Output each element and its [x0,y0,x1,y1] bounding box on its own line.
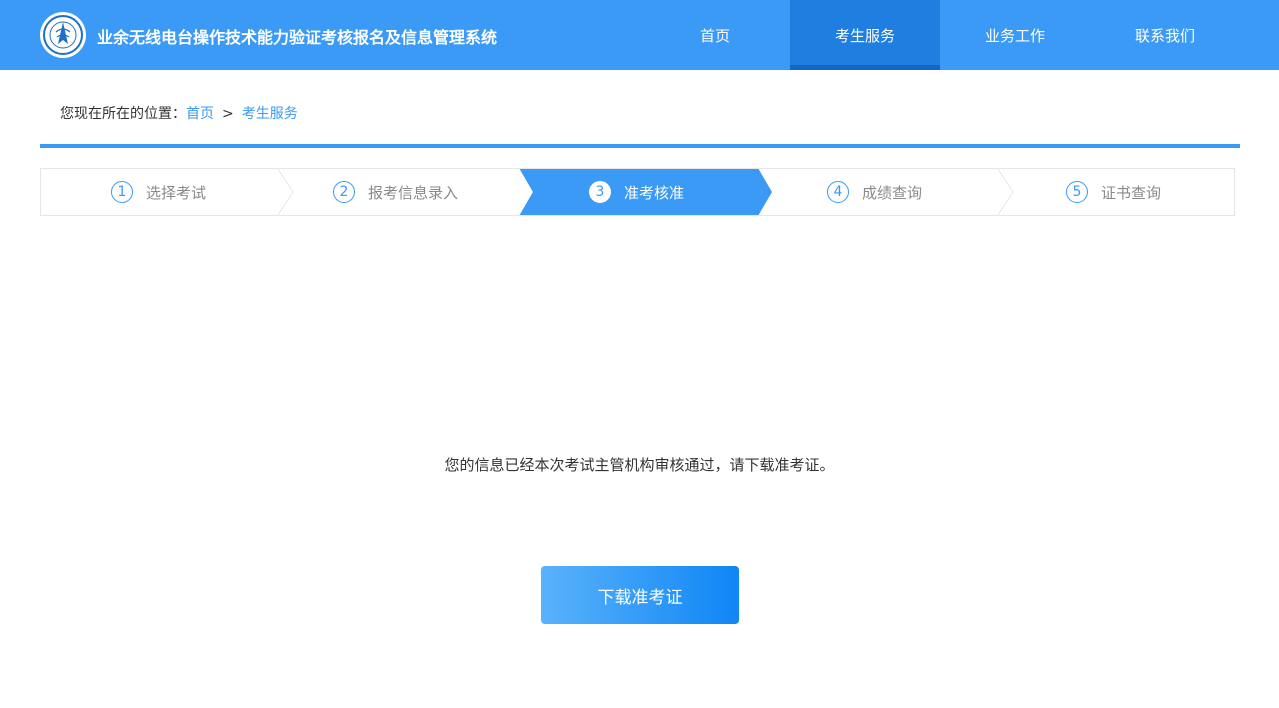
step-label: 准考核准 [624,183,685,202]
step-label: 证书查询 [1101,183,1162,202]
step-label: 成绩查询 [862,183,923,202]
nav-item-business-work[interactable]: 业务工作 [940,0,1090,70]
breadcrumb-separator: > [222,106,234,122]
step-admission-approval[interactable]: 3 准考核准 [589,169,684,215]
download-admission-ticket-button[interactable]: 下载准考证 [541,566,739,624]
breadcrumb-divider [40,144,1240,148]
site-title: 业余无线电台操作技术能力验证考核报名及信息管理系统 [97,28,498,47]
step-number: 1 [111,181,133,203]
nav-item-candidate-services[interactable]: 考生服务 [790,0,940,70]
step-number: 5 [1066,181,1088,203]
breadcrumb: 您现在所在的位置：首页 > 考生服务 [60,103,298,123]
nav-item-home[interactable]: 首页 [640,0,790,70]
breadcrumb-prefix: 您现在所在的位置： [60,106,186,122]
breadcrumb-link-candidate-services[interactable]: 考生服务 [242,106,298,122]
breadcrumb-link-home[interactable]: 首页 [186,106,214,122]
step-number: 2 [333,181,355,203]
step-label: 选择考试 [146,183,207,202]
step-number: 4 [827,181,849,203]
progress-steps: 1 选择考试 2 报考信息录入 3 准考核准 4 成绩查询 5 证书查询 [40,168,1235,216]
radio-association-emblem-icon[interactable] [40,12,86,58]
nav-item-contact-us[interactable]: 联系我们 [1090,0,1240,70]
step-registration-info[interactable]: 2 报考信息录入 [333,169,458,215]
step-label: 报考信息录入 [368,183,459,202]
step-select-exam[interactable]: 1 选择考试 [111,169,206,215]
approval-message: 您的信息已经本次考试主管机构审核通过，请下载准考证。 [444,456,835,474]
step-certificate-query[interactable]: 5 证书查询 [1066,169,1161,215]
top-header: 业余无线电台操作技术能力验证考核报名及信息管理系统 首页 考生服务 业务工作 联… [0,0,1279,70]
step-number: 3 [589,181,611,203]
main-nav: 首页 考生服务 业务工作 联系我们 [640,0,1240,70]
step-score-query[interactable]: 4 成绩查询 [827,169,922,215]
